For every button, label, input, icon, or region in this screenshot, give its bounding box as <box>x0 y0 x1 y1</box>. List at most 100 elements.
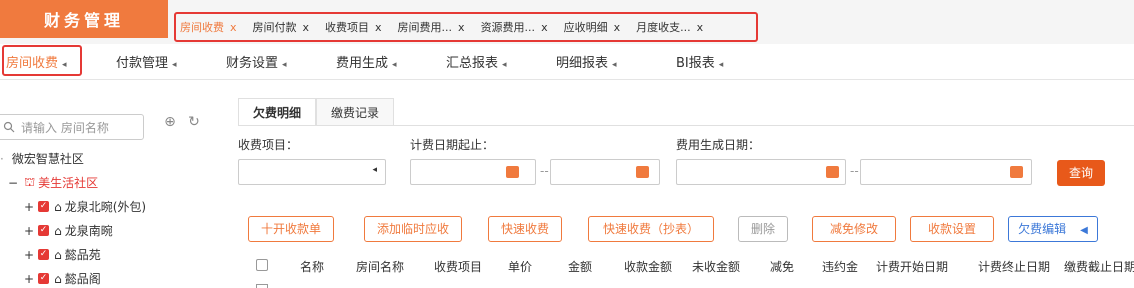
open-receipt-button[interactable]: 十开收款单 <box>248 216 334 242</box>
calendar-icon[interactable] <box>636 166 649 178</box>
checkbox[interactable]: ✓ <box>38 273 50 284</box>
query-button[interactable]: 查询 <box>1057 160 1105 186</box>
col-room[interactable]: 房间名称 <box>356 258 404 275</box>
col-fee-item[interactable]: 收费项目 <box>434 258 482 275</box>
checkbox[interactable]: ✓ <box>38 201 50 212</box>
building-icon: ⌂ <box>54 271 62 286</box>
fee-item-select[interactable]: ◂ <box>238 159 386 185</box>
range-separator: -- <box>540 164 549 178</box>
close-icon[interactable]: x <box>375 21 382 34</box>
app-title: 财务管理 <box>0 0 168 38</box>
checkbox[interactable]: ✓ <box>38 249 50 260</box>
table-header: 名称 房间名称 收费项目 单价 金额 收款金额 未收金额 减免 违约金 计费开始… <box>238 256 1134 278</box>
refresh-icon[interactable]: ↻ <box>184 114 204 134</box>
calendar-icon[interactable] <box>826 166 839 178</box>
checkbox[interactable]: ✓ <box>38 225 50 236</box>
range-separator: -- <box>850 164 859 178</box>
open-tab[interactable]: 房间收费 x <box>180 19 237 35</box>
expand-icon[interactable]: + <box>24 224 34 238</box>
col-end-date[interactable]: 计费终止日期 <box>978 258 1050 275</box>
gen-date-label: 费用生成日期： <box>676 138 761 152</box>
open-tab[interactable]: 房间付款 x <box>253 19 310 35</box>
table-row[interactable] <box>238 280 1134 288</box>
tree-node[interactable]: + ✓ ⌂ 懿品阁 <box>24 270 101 287</box>
tab-arrears-detail[interactable]: 欠费明细 <box>238 98 317 126</box>
search-icon <box>3 121 15 133</box>
arrears-edit-button[interactable]: 欠费编辑 ◀ <box>1008 216 1098 242</box>
col-received[interactable]: 收款金额 <box>624 258 672 275</box>
open-tab[interactable]: 资源费用... x <box>481 19 548 35</box>
gen-date-start[interactable] <box>676 159 846 185</box>
close-icon[interactable]: x <box>614 21 621 34</box>
main-panel: 欠费明细 缴费记录 收费项目： 计费日期起止： 费用生成日期： ◂ -- -- … <box>238 80 1134 288</box>
caret-left-icon: ◂ <box>282 60 287 70</box>
caret-left-icon: ◂ <box>372 165 377 175</box>
collapse-icon[interactable]: − <box>8 176 18 190</box>
close-icon[interactable]: x <box>303 21 310 34</box>
building-icon: ⌂ <box>54 199 62 214</box>
caret-left-icon: ◂ <box>718 60 724 70</box>
sub-tabs: 欠费明细 缴费记录 <box>238 98 395 126</box>
col-due-date[interactable]: 缴费截止日期 <box>1064 258 1134 275</box>
quick-charge-meter-button[interactable]: 快速收费（抄表） <box>588 216 714 242</box>
menu-detail-report[interactable]: 明细报表 ◂ <box>556 52 617 71</box>
tree-node[interactable]: + ✓ ⌂ 懿品苑 <box>24 246 101 263</box>
building-icon: ⌂ <box>54 247 62 262</box>
expand-icon[interactable]: + <box>24 248 34 262</box>
menu-fee-generate[interactable]: 费用生成 ◂ <box>336 52 397 71</box>
tree-node[interactable]: + ✓ ⌂ 龙泉北晼(外包) <box>24 198 146 215</box>
open-tab[interactable]: 房间费用... x <box>398 19 465 35</box>
building-icon: ⌂ <box>54 223 62 238</box>
delete-button[interactable]: 删除 <box>738 216 788 242</box>
calendar-icon[interactable] <box>1010 166 1023 178</box>
bill-date-label: 计费日期起止： <box>410 138 495 152</box>
active-menu-highlight <box>2 45 82 76</box>
search-input[interactable]: 请输入 房间名称 <box>0 114 144 140</box>
col-name[interactable]: 名称 <box>300 258 324 275</box>
col-amount[interactable]: 金额 <box>568 258 592 275</box>
community-icon: ⛫ <box>24 174 36 189</box>
expand-icon[interactable]: + <box>24 272 34 286</box>
add-temp-receivable-button[interactable]: 添加临时应收 <box>364 216 462 242</box>
quick-charge-button[interactable]: 快速收费 <box>488 216 562 242</box>
open-tab[interactable]: 应收明细 x <box>564 19 621 35</box>
close-icon[interactable]: x <box>230 21 237 34</box>
select-all-checkbox[interactable] <box>256 259 268 271</box>
menu-summary-report[interactable]: 汇总报表 ◂ <box>446 52 507 71</box>
tree-node[interactable]: · 微宏智慧社区 <box>0 150 84 167</box>
zoom-search-icon[interactable]: ⊕ <box>160 114 180 134</box>
fee-item-label: 收费项目： <box>238 138 299 152</box>
caret-left-icon: ◀ <box>1080 225 1088 236</box>
caret-left-icon: ◂ <box>612 60 617 70</box>
payment-settings-button[interactable]: 收款设置 <box>910 216 994 242</box>
col-start-date[interactable]: 计费开始日期 <box>876 258 948 275</box>
calendar-icon[interactable] <box>506 166 519 178</box>
col-reduction[interactable]: 减免 <box>770 258 794 275</box>
close-icon[interactable]: x <box>541 21 548 34</box>
tree-dot-icon: · <box>0 151 4 166</box>
top-bar: 财务管理 房间收费 x 房间付款 x 收费项目 x 房间费用... x 资源费用... x… <box>0 0 1134 44</box>
col-unreceived[interactable]: 未收金额 <box>692 258 740 275</box>
sidebar: 请输入 房间名称 ⊕ ↻ · 微宏智慧社区 − ⛫ 美生活社区 + ✓ ⌂ 龙泉北晼(外包)… <box>0 80 220 288</box>
tree-node[interactable]: + ✓ ⌂ 龙泉南晼 <box>24 222 113 239</box>
caret-left-icon: ◂ <box>172 60 177 70</box>
reduction-edit-button[interactable]: 减免修改 <box>812 216 896 242</box>
row-checkbox[interactable] <box>256 284 268 288</box>
col-price[interactable]: 单价 <box>508 258 532 275</box>
menu-payment[interactable]: 付款管理 ◂ <box>116 52 177 71</box>
tree-node[interactable]: − ⛫ 美生活社区 <box>8 174 98 191</box>
open-tabs-bar: 房间收费 x 房间付款 x 收费项目 x 房间费用... x 资源费用... x 应收明细… <box>174 12 758 42</box>
menu-finance-settings[interactable]: 财务设置 ◂ <box>226 52 287 71</box>
close-icon[interactable]: x <box>697 21 704 34</box>
expand-icon[interactable]: + <box>24 200 34 214</box>
close-icon[interactable]: x <box>458 21 465 34</box>
tab-payment-records[interactable]: 缴费记录 <box>316 98 395 126</box>
gen-date-end[interactable] <box>860 159 1032 185</box>
open-tab[interactable]: 月度收支... x <box>636 19 703 35</box>
caret-left-icon: ◂ <box>392 60 397 70</box>
menu-bi-report[interactable]: BI报表 ◂ <box>676 52 723 71</box>
main-menu: 房间收费 ◂ 付款管理 ◂ 财务设置 ◂ 费用生成 ◂ 汇总报表 ◂ 明细报表 ◂ BI报表… <box>0 44 1134 80</box>
open-tab[interactable]: 收费项目 x <box>325 19 382 35</box>
caret-left-icon: ◂ <box>502 60 507 70</box>
col-penalty[interactable]: 违约金 <box>822 258 858 275</box>
